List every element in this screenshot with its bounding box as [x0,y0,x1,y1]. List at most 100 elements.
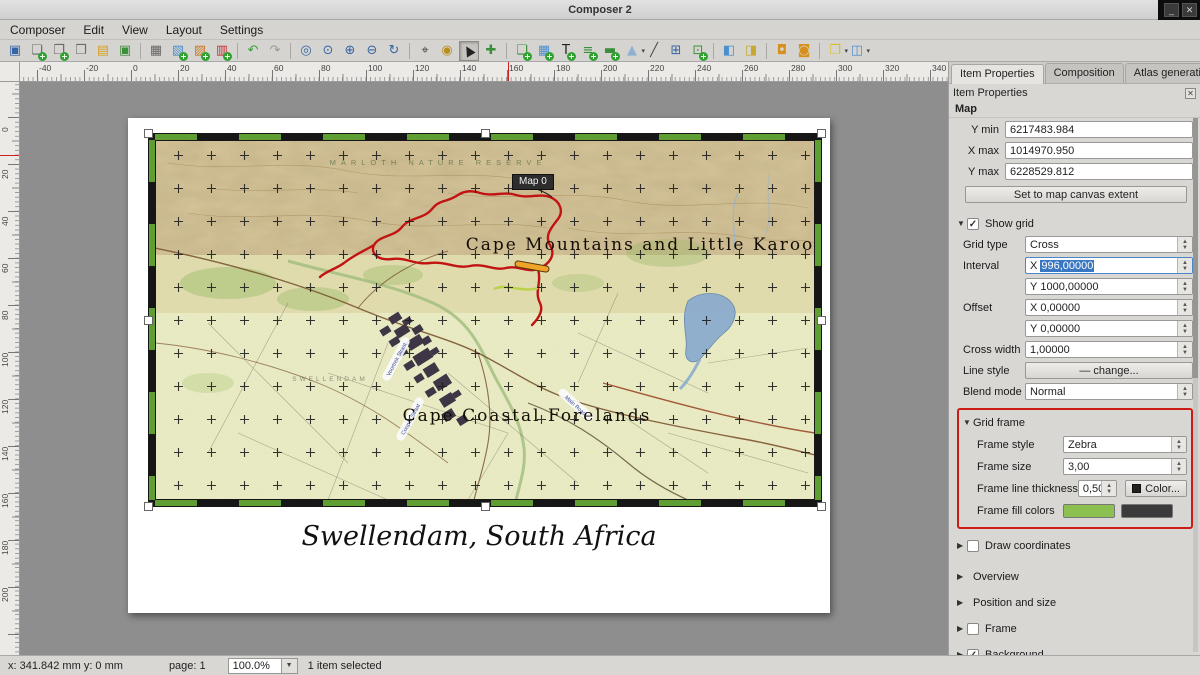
zoom-level-combo[interactable]: 100.0% ▼ [228,658,298,674]
export-as-svg-icon[interactable]: ▨+ [190,41,210,61]
composition-canvas[interactable]: Voortrek Straat Cooper Straat Main Road … [20,82,948,655]
show-grid-collapse-icon[interactable]: ▼ [957,219,967,228]
ungroup-items-icon[interactable]: ◨ [741,41,761,61]
tab-item-properties[interactable]: Item Properties [951,64,1044,84]
offset-x-input[interactable]: X0,00000 ▲▼ [1025,299,1193,316]
load-from-template-icon[interactable]: ▤ [93,41,113,61]
save-project-icon[interactable]: ▣ [5,41,25,61]
frame-line-thickness-input[interactable]: 0,50 ▲▼ [1078,480,1117,497]
add-shape-icon[interactable]: ▲▾ [622,41,642,61]
add-new-map-icon[interactable]: ❏+ [512,41,532,61]
composition-title-label[interactable]: Swellendam, South Africa [128,521,830,552]
undo-icon[interactable]: ↶ [243,41,263,61]
save-as-template-icon[interactable]: ▣ [115,41,135,61]
add-arrow-icon[interactable]: ╱ [644,41,664,61]
map-item[interactable]: Voortrek Straat Cooper Straat Main Road … [148,133,822,507]
zoom-out-icon[interactable]: ⊖ [362,41,382,61]
offset-y-input[interactable]: Y0,00000 ▲▼ [1025,320,1193,337]
selection-handle[interactable] [817,502,826,511]
draw-coordinates-checkbox[interactable] [967,540,979,552]
selection-handle[interactable] [144,502,153,511]
spinner-buttons[interactable]: ▲▼ [1177,258,1192,273]
spinner-buttons[interactable]: ▲▼ [1101,481,1116,496]
add-html-frame-icon[interactable]: ⊡+ [688,41,708,61]
composition-page[interactable]: Voortrek Straat Cooper Straat Main Road … [128,118,830,613]
frame-fill-color-1-button[interactable] [1063,504,1115,518]
frame-size-input[interactable]: 3,00 ▲▼ [1063,458,1187,475]
tab-composition[interactable]: Composition [1045,63,1124,83]
export-as-image-icon[interactable]: ▧+ [168,41,188,61]
section-frame[interactable]: ▶Frame [957,620,1193,637]
collapse-icon[interactable]: ▶ [957,624,967,633]
menu-settings[interactable]: Settings [220,23,263,37]
menu-composer[interactable]: Composer [10,23,65,37]
collapse-icon[interactable]: ▶ [957,598,967,607]
spinner-buttons[interactable]: ▲▼ [1171,459,1186,474]
add-attribute-table-icon[interactable]: ⊞ [666,41,686,61]
y-max-input[interactable]: 6228529.812 [1005,163,1193,180]
spinner-buttons[interactable]: ▲▼ [1177,342,1192,357]
frame-style-combo[interactable]: Zebra ▲▼ [1063,436,1187,453]
zoom-dropdown-icon[interactable]: ▼ [282,658,298,674]
panel-close-icon[interactable]: ✕ [1185,88,1196,99]
new-composition-icon[interactable]: ❏+ [27,41,47,61]
group-items-icon[interactable]: ◧ [719,41,739,61]
lock-selected-items-icon[interactable]: ◘ [772,41,792,61]
select-move-item-icon[interactable]: ▲ [459,41,479,61]
add-label-icon[interactable]: T+ [556,41,576,61]
line-style-change-button[interactable]: — change... [1025,362,1193,379]
zoom-full-icon[interactable]: ◎ [296,41,316,61]
composer-manager-icon[interactable]: ❒ [71,41,91,61]
set-to-map-canvas-extent-button[interactable]: Set to map canvas extent [965,186,1187,203]
section-position-and-size[interactable]: ▶Position and size [957,594,1193,611]
grid-type-combo[interactable]: Cross ▲▼ [1025,236,1193,253]
show-grid-checkbox[interactable]: ✓ [967,218,979,230]
close-button[interactable]: ✕ [1182,3,1197,17]
spinner-buttons[interactable]: ▲▼ [1177,237,1192,252]
spinner-buttons[interactable]: ▲▼ [1171,437,1186,452]
grid-frame-collapse-icon[interactable]: ▼ [963,418,973,427]
raise-selected-items-icon[interactable]: ❐▾ [825,41,845,61]
export-as-pdf-icon[interactable]: ▥+ [212,41,232,61]
selection-handle[interactable] [144,316,153,325]
section-frame-checkbox[interactable] [967,623,979,635]
move-item-content-icon[interactable]: ✚ [481,41,501,61]
y-min-input[interactable]: 6217483.984 [1005,121,1193,138]
panel-scrollbar-thumb[interactable] [1193,118,1198,378]
collapse-icon[interactable]: ▶ [957,572,967,581]
frame-color-button[interactable]: Color... [1125,480,1187,497]
blend-mode-combo[interactable]: Normal ▲▼ [1025,383,1193,400]
menu-edit[interactable]: Edit [83,23,104,37]
spinner-buttons[interactable]: ▲▼ [1177,384,1192,399]
frame-fill-color-2-button[interactable] [1121,504,1173,518]
spinner-buttons[interactable]: ▲▼ [1177,300,1192,315]
add-legend-icon[interactable]: ≡+ [578,41,598,61]
x-max-input[interactable]: 1014970.950 [1005,142,1193,159]
section-background[interactable]: ▶✓Background [957,646,1193,655]
selection-handle[interactable] [481,129,490,138]
panel-scrollbar[interactable] [1193,118,1198,652]
section-overview[interactable]: ▶Overview [957,568,1193,585]
selection-handle[interactable] [481,502,490,511]
add-image-icon[interactable]: ▦+ [534,41,554,61]
zoom-actual-size-icon[interactable]: ⊙ [318,41,338,61]
zoom-level-value[interactable]: 100.0% [228,658,282,674]
redo-icon[interactable]: ↷ [265,41,285,61]
selection-handle[interactable] [817,316,826,325]
interval-y-input[interactable]: Y1000,00000 ▲▼ [1025,278,1193,295]
zoom-tool-icon[interactable]: ◉ [437,41,457,61]
zoom-in-icon[interactable]: ⊕ [340,41,360,61]
cross-width-input[interactable]: 1,00000 ▲▼ [1025,341,1193,358]
align-items-icon[interactable]: ◫▾ [847,41,867,61]
menu-layout[interactable]: Layout [166,23,202,37]
duplicate-composition-icon[interactable]: ❐+ [49,41,69,61]
selection-handle[interactable] [817,129,826,138]
print-icon[interactable]: ▦ [146,41,166,61]
tab-atlas-generation[interactable]: Atlas generation [1125,63,1200,83]
spinner-buttons[interactable]: ▲▼ [1177,279,1192,294]
pan-icon[interactable]: ⌖ [415,41,435,61]
spinner-buttons[interactable]: ▲▼ [1177,321,1192,336]
selection-handle[interactable] [144,129,153,138]
minimize-button[interactable]: _ [1164,3,1179,17]
unlock-all-items-icon[interactable]: ◙ [794,41,814,61]
